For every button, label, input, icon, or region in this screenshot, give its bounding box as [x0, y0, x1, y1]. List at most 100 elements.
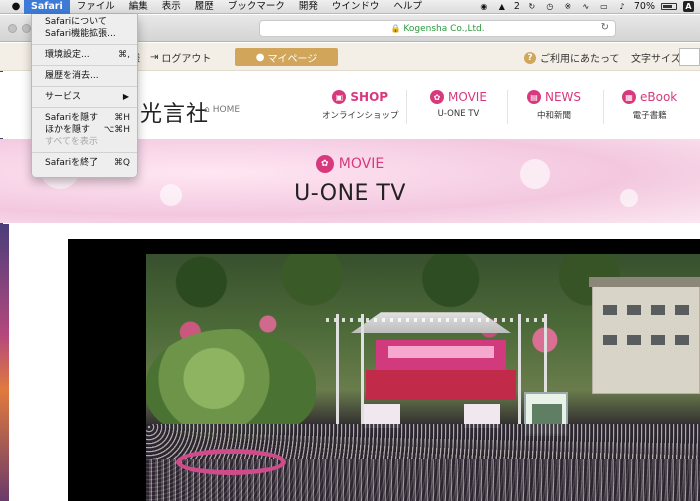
video-flower-ring	[176, 449, 286, 475]
nav-movie[interactable]: ✿ MOVIE U-ONE TV	[430, 90, 487, 119]
battery-percent: 70%	[633, 1, 655, 12]
menu-item-label: Safariを終了	[45, 158, 99, 168]
menu-separator	[32, 107, 137, 108]
nav-movie-label: MOVIE	[448, 90, 487, 104]
menu-item-hide-safari[interactable]: Safariを隠す ⌘H	[32, 112, 137, 124]
menu-item-quit-safari[interactable]: Safariを終了 ⌘Q	[32, 157, 137, 169]
video-player[interactable]	[68, 239, 700, 501]
video-section	[0, 224, 700, 501]
help-link[interactable]: ? ご利用にあたって	[524, 50, 620, 65]
menu-item-label: サービス	[45, 92, 82, 102]
nav-ebook-label: eBook	[640, 90, 678, 104]
creative-cloud-icon[interactable]: ◉	[478, 2, 490, 12]
menu-shortcut: ⌘,	[118, 50, 130, 60]
nav-news[interactable]: ▤ NEWS 中和新聞	[527, 90, 581, 121]
question-icon: ?	[524, 51, 536, 64]
home-icon: ⌂	[204, 105, 210, 115]
logout-label: ログアウト	[161, 54, 212, 65]
home-label: HOME	[212, 105, 241, 115]
airplay-icon[interactable]: ▭	[598, 2, 610, 12]
menu-shortcut: ⌘Q	[113, 158, 130, 168]
menu-help[interactable]: ヘルプ	[386, 0, 429, 14]
menu-view[interactable]: 表示	[155, 0, 188, 14]
nav-divider	[507, 90, 508, 124]
mypage-button[interactable]: ● マイページ	[235, 48, 338, 66]
menu-shortcut: ⌥⌘H	[103, 125, 130, 135]
menu-item-label: 環境設定...	[45, 50, 90, 60]
logout-link[interactable]: ⇥ ログアウト	[150, 50, 211, 65]
nav-news-sub: 中和新聞	[537, 111, 572, 121]
minimize-window-button[interactable]	[22, 24, 31, 33]
video-stage-floor	[366, 370, 516, 400]
submenu-arrow-icon: ▶	[122, 92, 129, 101]
wifi-icon[interactable]: ∿	[580, 2, 592, 12]
battery-icon[interactable]	[661, 3, 677, 10]
menu-develop[interactable]: 開発	[292, 0, 325, 14]
video-building	[589, 277, 700, 394]
notification-count: 2	[513, 1, 520, 12]
menu-item-preferences[interactable]: 環境設定... ⌘,	[32, 49, 137, 61]
menu-item-label: Safariを隠す	[45, 113, 99, 123]
menu-shortcut: ⌘H	[114, 113, 130, 123]
nav-divider	[603, 90, 604, 124]
site-logo[interactable]: 光言社	[140, 96, 209, 128]
safari-menu: Safariについて Safari機能拡張... 環境設定... ⌘, 履歴を消去…	[31, 14, 138, 178]
banner-category-label: MOVIE	[338, 156, 385, 172]
menu-separator	[32, 152, 137, 153]
nav-shop-sub: オンラインショップ	[322, 111, 399, 121]
video-truss	[518, 314, 521, 424]
mypage-label: マイページ	[267, 53, 318, 65]
apple-icon[interactable]: ●	[8, 1, 24, 12]
bluetooth-icon[interactable]: ※	[562, 2, 574, 12]
address-bar[interactable]: 🔒 Kogensha Co.,Ltd. ↻	[259, 20, 616, 37]
nav-ebook[interactable]: ▦ eBook 電子書籍	[622, 90, 677, 121]
menu-bookmarks[interactable]: ブックマーク	[221, 0, 292, 14]
nav-shop-label: SHOP	[350, 90, 389, 104]
menu-history[interactable]: 履歴	[188, 0, 221, 14]
input-source-icon[interactable]: A	[683, 1, 694, 12]
menu-window[interactable]: ウインドウ	[325, 0, 387, 14]
video-tree	[146, 329, 316, 439]
font-size-label: 文字サイズ	[631, 54, 681, 65]
menu-separator	[32, 65, 137, 66]
nav-movie-sub: U-ONE TV	[437, 109, 480, 119]
adobe-icon[interactable]: ▲	[496, 2, 508, 12]
menu-safari[interactable]: Safari	[24, 0, 70, 14]
reload-icon[interactable]: ↻	[601, 22, 609, 33]
logout-icon: ⇥	[150, 52, 159, 63]
home-link[interactable]: ⌂ HOME	[204, 105, 240, 115]
menu-item-about-safari[interactable]: Safariについて	[32, 16, 137, 28]
time-machine-icon[interactable]: ◷	[544, 2, 556, 12]
status-tray: ◉ ▲ 2 ↻ ◷ ※ ∿ ▭ ♪ 70% A	[478, 1, 700, 12]
video-stage-lights	[326, 318, 546, 322]
menu-item-show-all: すべてを表示	[32, 136, 137, 148]
menu-item-hide-others[interactable]: ほかを隠す ⌥⌘H	[32, 124, 137, 136]
menu-edit[interactable]: 編集	[122, 0, 155, 14]
cart-icon: ▣	[332, 90, 347, 104]
newspaper-icon: ▤	[527, 90, 541, 104]
lock-icon: 🔒	[390, 24, 401, 33]
menu-item-services[interactable]: サービス ▶	[32, 91, 137, 103]
video-stage	[376, 340, 506, 370]
sync-icon[interactable]: ↻	[526, 2, 538, 12]
menu-separator	[32, 86, 137, 87]
help-label: ご利用にあたって	[540, 54, 620, 65]
nav-shop[interactable]: ▣ SHOP オンラインショップ	[322, 90, 399, 121]
page-title: U-ONE TV	[294, 181, 406, 206]
menu-item-clear-history[interactable]: 履歴を消去...	[32, 70, 137, 82]
nav-news-label: NEWS	[545, 90, 582, 104]
close-window-button[interactable]	[8, 24, 17, 33]
menu-item-label: ほかを隠す	[45, 125, 91, 135]
menu-bar: ● Safari ファイル 編集 表示 履歴 ブックマーク 開発 ウインドウ ヘ…	[0, 0, 700, 14]
person-icon: ●	[255, 51, 265, 63]
nav-divider	[406, 90, 407, 124]
book-icon: ▦	[622, 90, 636, 104]
menu-file[interactable]: ファイル	[70, 0, 122, 14]
volume-icon[interactable]: ♪	[616, 2, 628, 12]
desktop-wallpaper	[0, 224, 9, 501]
menu-item-safari-extensions[interactable]: Safari機能拡張...	[32, 28, 137, 40]
video-frame	[146, 254, 700, 501]
menu-item-label: Safari機能拡張...	[45, 29, 116, 39]
font-size-toggle[interactable]	[679, 48, 700, 66]
menu-separator	[32, 44, 137, 45]
